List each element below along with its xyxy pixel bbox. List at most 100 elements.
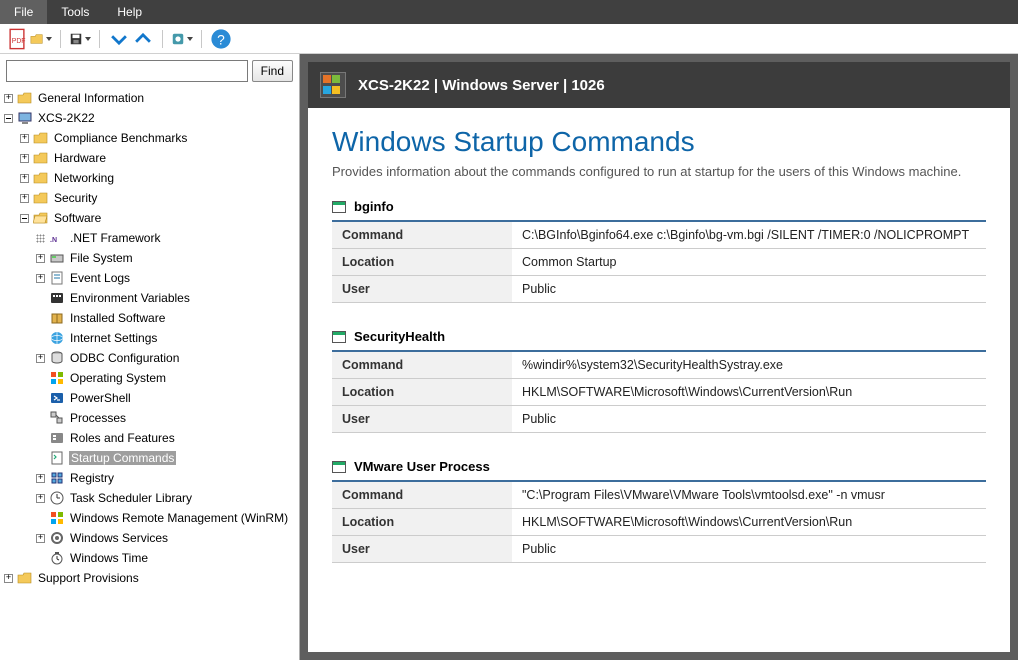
expand-toggle-icon[interactable] (20, 194, 29, 203)
expand-toggle-icon[interactable] (36, 254, 45, 263)
chevron-up-icon (132, 28, 154, 50)
tree-label: Windows Remote Management (WinRM) (69, 511, 289, 525)
tree-node-windows-services[interactable]: Windows Services (2, 528, 297, 548)
expand-toggle-icon[interactable] (36, 274, 45, 283)
expand-toggle-icon[interactable] (36, 474, 45, 483)
tree-node-installed-software[interactable]: Installed Software (2, 308, 297, 328)
spacer (36, 334, 45, 343)
collapse-button[interactable] (132, 28, 154, 50)
spacer (36, 454, 45, 463)
tree-node-odbc[interactable]: ODBC Configuration (2, 348, 297, 368)
section-title: bginfo (354, 199, 394, 214)
tree-label: Software (53, 211, 102, 225)
tree-node-powershell[interactable]: PowerShell (2, 388, 297, 408)
page-header: XCS-2K22 | Windows Server | 1026 (308, 62, 1010, 108)
section-header: VMware User Process (332, 455, 986, 482)
menu-help[interactable]: Help (103, 0, 156, 24)
table-row: Command "C:\Program Files\VMware\VMware … (332, 482, 986, 509)
find-button[interactable]: Find (252, 60, 293, 82)
tree-label: General Information (37, 91, 145, 105)
tree-node-eventlogs[interactable]: Event Logs (2, 268, 297, 288)
table-row: User Public (332, 536, 986, 563)
tree-node-task-scheduler[interactable]: Task Scheduler Library (2, 488, 297, 508)
tree-label: Environment Variables (69, 291, 191, 305)
header-logo-icon (320, 72, 346, 98)
tree-panel: Find General Information XCS-2K22 (0, 54, 300, 660)
tree-node-general-information[interactable]: General Information (2, 88, 297, 108)
expand-toggle-icon[interactable] (4, 94, 13, 103)
collapse-toggle-icon[interactable] (4, 114, 13, 123)
tree[interactable]: General Information XCS-2K22 Compliance … (0, 88, 299, 660)
tree-node-filesystem[interactable]: File System (2, 248, 297, 268)
svg-text:PDF: PDF (12, 38, 26, 45)
services-icon (49, 530, 65, 546)
expand-button[interactable] (108, 28, 130, 50)
clock-icon (49, 490, 65, 506)
menu-file[interactable]: File (0, 0, 47, 24)
tree-node-processes[interactable]: Processes (2, 408, 297, 428)
collapse-toggle-icon[interactable] (20, 214, 29, 223)
section-table: Command C:\BGInfo\Bginfo64.exe c:\Bginfo… (332, 222, 986, 303)
floppy-icon (69, 32, 83, 46)
settings-icon (171, 32, 185, 46)
page-body: Windows Startup Commands Provides inform… (308, 108, 1010, 609)
tree-node-internet-settings[interactable]: Internet Settings (2, 328, 297, 348)
settings-button[interactable] (171, 28, 193, 50)
tree-label: ODBC Configuration (69, 351, 180, 365)
package-icon (49, 310, 65, 326)
tree-node-networking[interactable]: Networking (2, 168, 297, 188)
startup-icon (49, 450, 65, 466)
processes-icon (49, 410, 65, 426)
toolbar-separator (99, 30, 100, 48)
row-value-location: HKLM\SOFTWARE\Microsoft\Windows\CurrentV… (512, 379, 986, 406)
tree-node-envvars[interactable]: Environment Variables (2, 288, 297, 308)
tree-label: Compliance Benchmarks (53, 131, 188, 145)
export-pdf-button[interactable]: PDF (6, 28, 28, 50)
tree-label: Windows Services (69, 531, 169, 545)
save-button[interactable] (69, 28, 91, 50)
table-row: Command %windir%\system32\SecurityHealth… (332, 352, 986, 379)
registry-icon (49, 470, 65, 486)
tree-node-security[interactable]: Security (2, 188, 297, 208)
tree-label: Internet Settings (69, 331, 158, 345)
tree-node-os[interactable]: Operating System (2, 368, 297, 388)
expand-toggle-icon[interactable] (20, 174, 29, 183)
spacer (36, 414, 45, 423)
winrm-icon (49, 510, 65, 526)
tree-node-registry[interactable]: Registry (2, 468, 297, 488)
expand-toggle-icon[interactable] (36, 534, 45, 543)
tree-node-windows-time[interactable]: Windows Time (2, 548, 297, 568)
spacer (36, 294, 45, 303)
expand-toggle-icon[interactable] (20, 134, 29, 143)
expand-toggle-icon[interactable] (20, 154, 29, 163)
roles-icon (49, 430, 65, 446)
tree-node-compliance[interactable]: Compliance Benchmarks (2, 128, 297, 148)
folder-icon (17, 570, 33, 586)
row-label: Command (332, 352, 512, 379)
tree-node-hardware[interactable]: Hardware (2, 148, 297, 168)
spacer (36, 514, 45, 523)
help-button[interactable]: ? (210, 28, 232, 50)
tree-node-winrm[interactable]: Windows Remote Management (WinRM) (2, 508, 297, 528)
folder-icon (33, 150, 49, 166)
menu-tools[interactable]: Tools (47, 0, 103, 24)
search-input[interactable] (6, 60, 248, 82)
menu-bar: File Tools Help (0, 0, 1018, 24)
expand-toggle-icon[interactable] (36, 354, 45, 363)
tree-node-dotnet[interactable]: .N .NET Framework (2, 228, 297, 248)
tree-node-software[interactable]: Software (2, 208, 297, 228)
app-window-icon (332, 331, 346, 343)
row-value-command: C:\BGInfo\Bginfo64.exe c:\Bginfo\bg-vm.b… (512, 222, 986, 249)
tree-node-roles[interactable]: Roles and Features (2, 428, 297, 448)
tree-node-startup-commands[interactable]: Startup Commands (2, 448, 297, 468)
folder-icon (33, 130, 49, 146)
tree-node-support-provisions[interactable]: Support Provisions (2, 568, 297, 588)
spacer (36, 554, 45, 563)
expand-toggle-icon[interactable] (4, 574, 13, 583)
open-button[interactable] (30, 28, 52, 50)
tree-node-host[interactable]: XCS-2K22 (2, 108, 297, 128)
row-value-location: HKLM\SOFTWARE\Microsoft\Windows\CurrentV… (512, 509, 986, 536)
expand-toggle-icon[interactable] (36, 494, 45, 503)
svg-text:?: ? (217, 32, 225, 47)
folder-icon (33, 190, 49, 206)
